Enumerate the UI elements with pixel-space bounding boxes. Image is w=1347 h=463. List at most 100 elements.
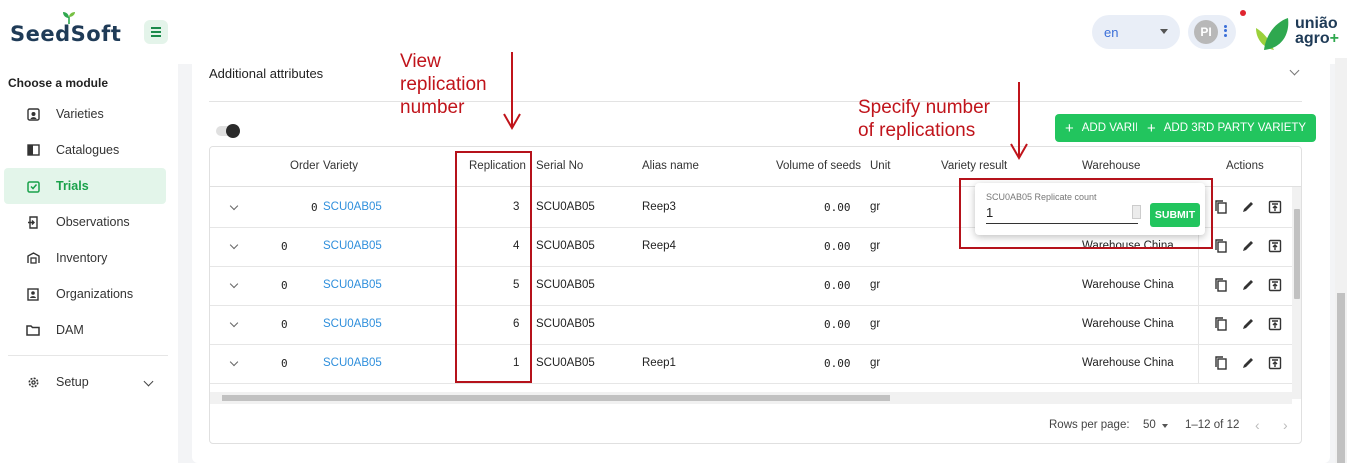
table-horizontal-scrollbar[interactable] [210, 392, 1292, 404]
add-3rd-party-variety-button[interactable]: + ADD 3RD PARTY VARIETY [1137, 114, 1317, 142]
sidebar-item-label: Varieties [56, 107, 104, 121]
edit-icon[interactable] [1240, 199, 1256, 215]
upload-box-icon[interactable] [1267, 277, 1283, 293]
annotation-arrow-down [503, 52, 521, 131]
upload-box-icon[interactable] [1267, 316, 1283, 332]
expand-row-icon[interactable] [229, 240, 239, 250]
sidebar-item-observations[interactable]: Observations [4, 204, 166, 240]
sidebar-item-setup[interactable]: Setup [4, 364, 166, 400]
expand-row-icon[interactable] [229, 201, 239, 211]
sidebar-item-label: Catalogues [56, 143, 120, 157]
copy-icon[interactable] [1213, 316, 1229, 332]
cell-variety-link[interactable]: SCU0AB05 [323, 240, 382, 252]
upload-box-icon[interactable] [1267, 199, 1283, 215]
cell-volume: 0.00 [824, 357, 851, 370]
annotation-box-popup [959, 178, 1213, 249]
cell-order: 0 [281, 357, 288, 370]
table-row[interactable]: 0 SCU0AB05 1 SCU0AB05 Reep1 0.00 gr Ware… [210, 345, 1292, 384]
additional-attributes-title[interactable]: Additional attributes [209, 66, 323, 81]
sidebar-item-organizations[interactable]: Organizations [4, 276, 166, 312]
copy-icon[interactable] [1213, 277, 1229, 293]
column-header-variety[interactable]: Variety [323, 160, 358, 172]
cell-order: 0 [281, 240, 288, 253]
cell-unit: gr [870, 357, 881, 369]
column-header-warehouse[interactable]: Warehouse [1082, 160, 1140, 172]
divider [1198, 345, 1199, 384]
caret-down-icon [1160, 29, 1168, 34]
sidebar-item-label: Inventory [56, 251, 108, 265]
divider [1198, 267, 1199, 306]
expand-row-icon[interactable] [229, 357, 239, 367]
cell-variety-link[interactable]: SCU0AB05 [323, 279, 382, 291]
sidebar-item-label: Setup [56, 375, 89, 389]
sidebar-item-catalogues[interactable]: Catalogues [4, 132, 166, 168]
upload-box-icon[interactable] [1267, 238, 1283, 254]
app-name: SeedSoft [10, 22, 122, 46]
sprout-icon [63, 12, 75, 24]
sidebar-item-dam[interactable]: DAM [4, 312, 166, 348]
varieties-icon [26, 107, 40, 121]
notification-dot [1240, 10, 1246, 16]
upload-box-icon[interactable] [1267, 355, 1283, 371]
cell-variety-link[interactable]: SCU0AB05 [323, 318, 382, 330]
edit-icon[interactable] [1240, 238, 1256, 254]
column-header-variety-result[interactable]: Variety result [941, 160, 1007, 172]
divider [209, 101, 1302, 102]
more-vert-icon[interactable] [1222, 23, 1228, 41]
cell-unit: gr [870, 240, 881, 252]
table-vertical-scrollbar[interactable] [1292, 187, 1301, 399]
sidebar-item-label: Organizations [56, 287, 134, 301]
sidebar-item-trials[interactable]: Trials [4, 168, 166, 204]
cell-alias-name: Reep4 [642, 240, 676, 252]
cell-warehouse: Warehouse China [1082, 357, 1174, 369]
expand-row-icon[interactable] [229, 279, 239, 289]
table-row[interactable]: 0 SCU0AB05 5 SCU0AB05 0.00 gr Warehouse … [210, 267, 1292, 306]
table-row[interactable]: 0 SCU0AB05 6 SCU0AB05 0.00 gr Warehouse … [210, 306, 1292, 345]
top-bar: SeedSoft en PI união agro+ [0, 0, 1347, 64]
column-header-unit[interactable]: Unit [870, 160, 890, 172]
divider [1198, 306, 1199, 345]
prev-page-icon[interactable]: ‹ [1255, 417, 1260, 433]
sidebar-item-label: Observations [56, 215, 130, 229]
language-select[interactable]: en [1092, 15, 1180, 49]
rows-per-page-select[interactable]: 50 [1143, 419, 1156, 431]
column-header-order[interactable]: Order [290, 160, 319, 172]
cell-alias-name: Reep3 [642, 201, 676, 213]
catalogues-icon [26, 143, 40, 157]
cell-variety-link[interactable]: SCU0AB05 [323, 357, 382, 369]
caret-down-icon[interactable] [1162, 424, 1168, 428]
edit-icon[interactable] [1240, 355, 1256, 371]
sidebar-item-varieties[interactable]: Varieties [4, 96, 166, 132]
seedsoft-logo[interactable]: SeedSoft [10, 12, 122, 46]
sidebar-divider [8, 355, 168, 356]
inventory-icon [26, 251, 40, 265]
organizations-icon [26, 287, 40, 301]
copy-icon[interactable] [1213, 199, 1229, 215]
partner-logo-line1: união [1295, 15, 1338, 32]
next-page-icon[interactable]: › [1283, 417, 1288, 433]
column-header-volume[interactable]: Volume of seeds [776, 160, 861, 172]
cell-volume: 0.00 [824, 279, 851, 292]
edit-icon[interactable] [1240, 316, 1256, 332]
cell-serial-no: SCU0AB05 [536, 357, 595, 369]
sidebar-item-inventory[interactable]: Inventory [4, 240, 166, 276]
copy-icon[interactable] [1213, 355, 1229, 371]
copy-icon[interactable] [1213, 238, 1229, 254]
column-header-actions: Actions [1226, 160, 1264, 172]
partner-logo-plus: + [1329, 30, 1340, 47]
cell-unit: gr [870, 318, 881, 330]
column-header-alias-name[interactable]: Alias name [642, 160, 699, 172]
edit-icon[interactable] [1240, 277, 1256, 293]
avatar[interactable]: PI [1194, 20, 1218, 44]
menu-toggle-button[interactable] [144, 20, 168, 44]
sidebar-item-label: DAM [56, 323, 84, 337]
cell-variety-link[interactable]: SCU0AB05 [323, 201, 382, 213]
cell-order: 0 [311, 201, 318, 214]
sidebar-title: Choose a module [8, 76, 109, 90]
cell-volume: 0.00 [824, 240, 851, 253]
column-header-serial-no[interactable]: Serial No [536, 160, 583, 172]
expand-row-icon[interactable] [229, 318, 239, 328]
toggle-switch[interactable] [216, 124, 242, 138]
partner-logo-line2: agro [1295, 30, 1330, 47]
page-scrollbar[interactable] [1335, 58, 1347, 463]
